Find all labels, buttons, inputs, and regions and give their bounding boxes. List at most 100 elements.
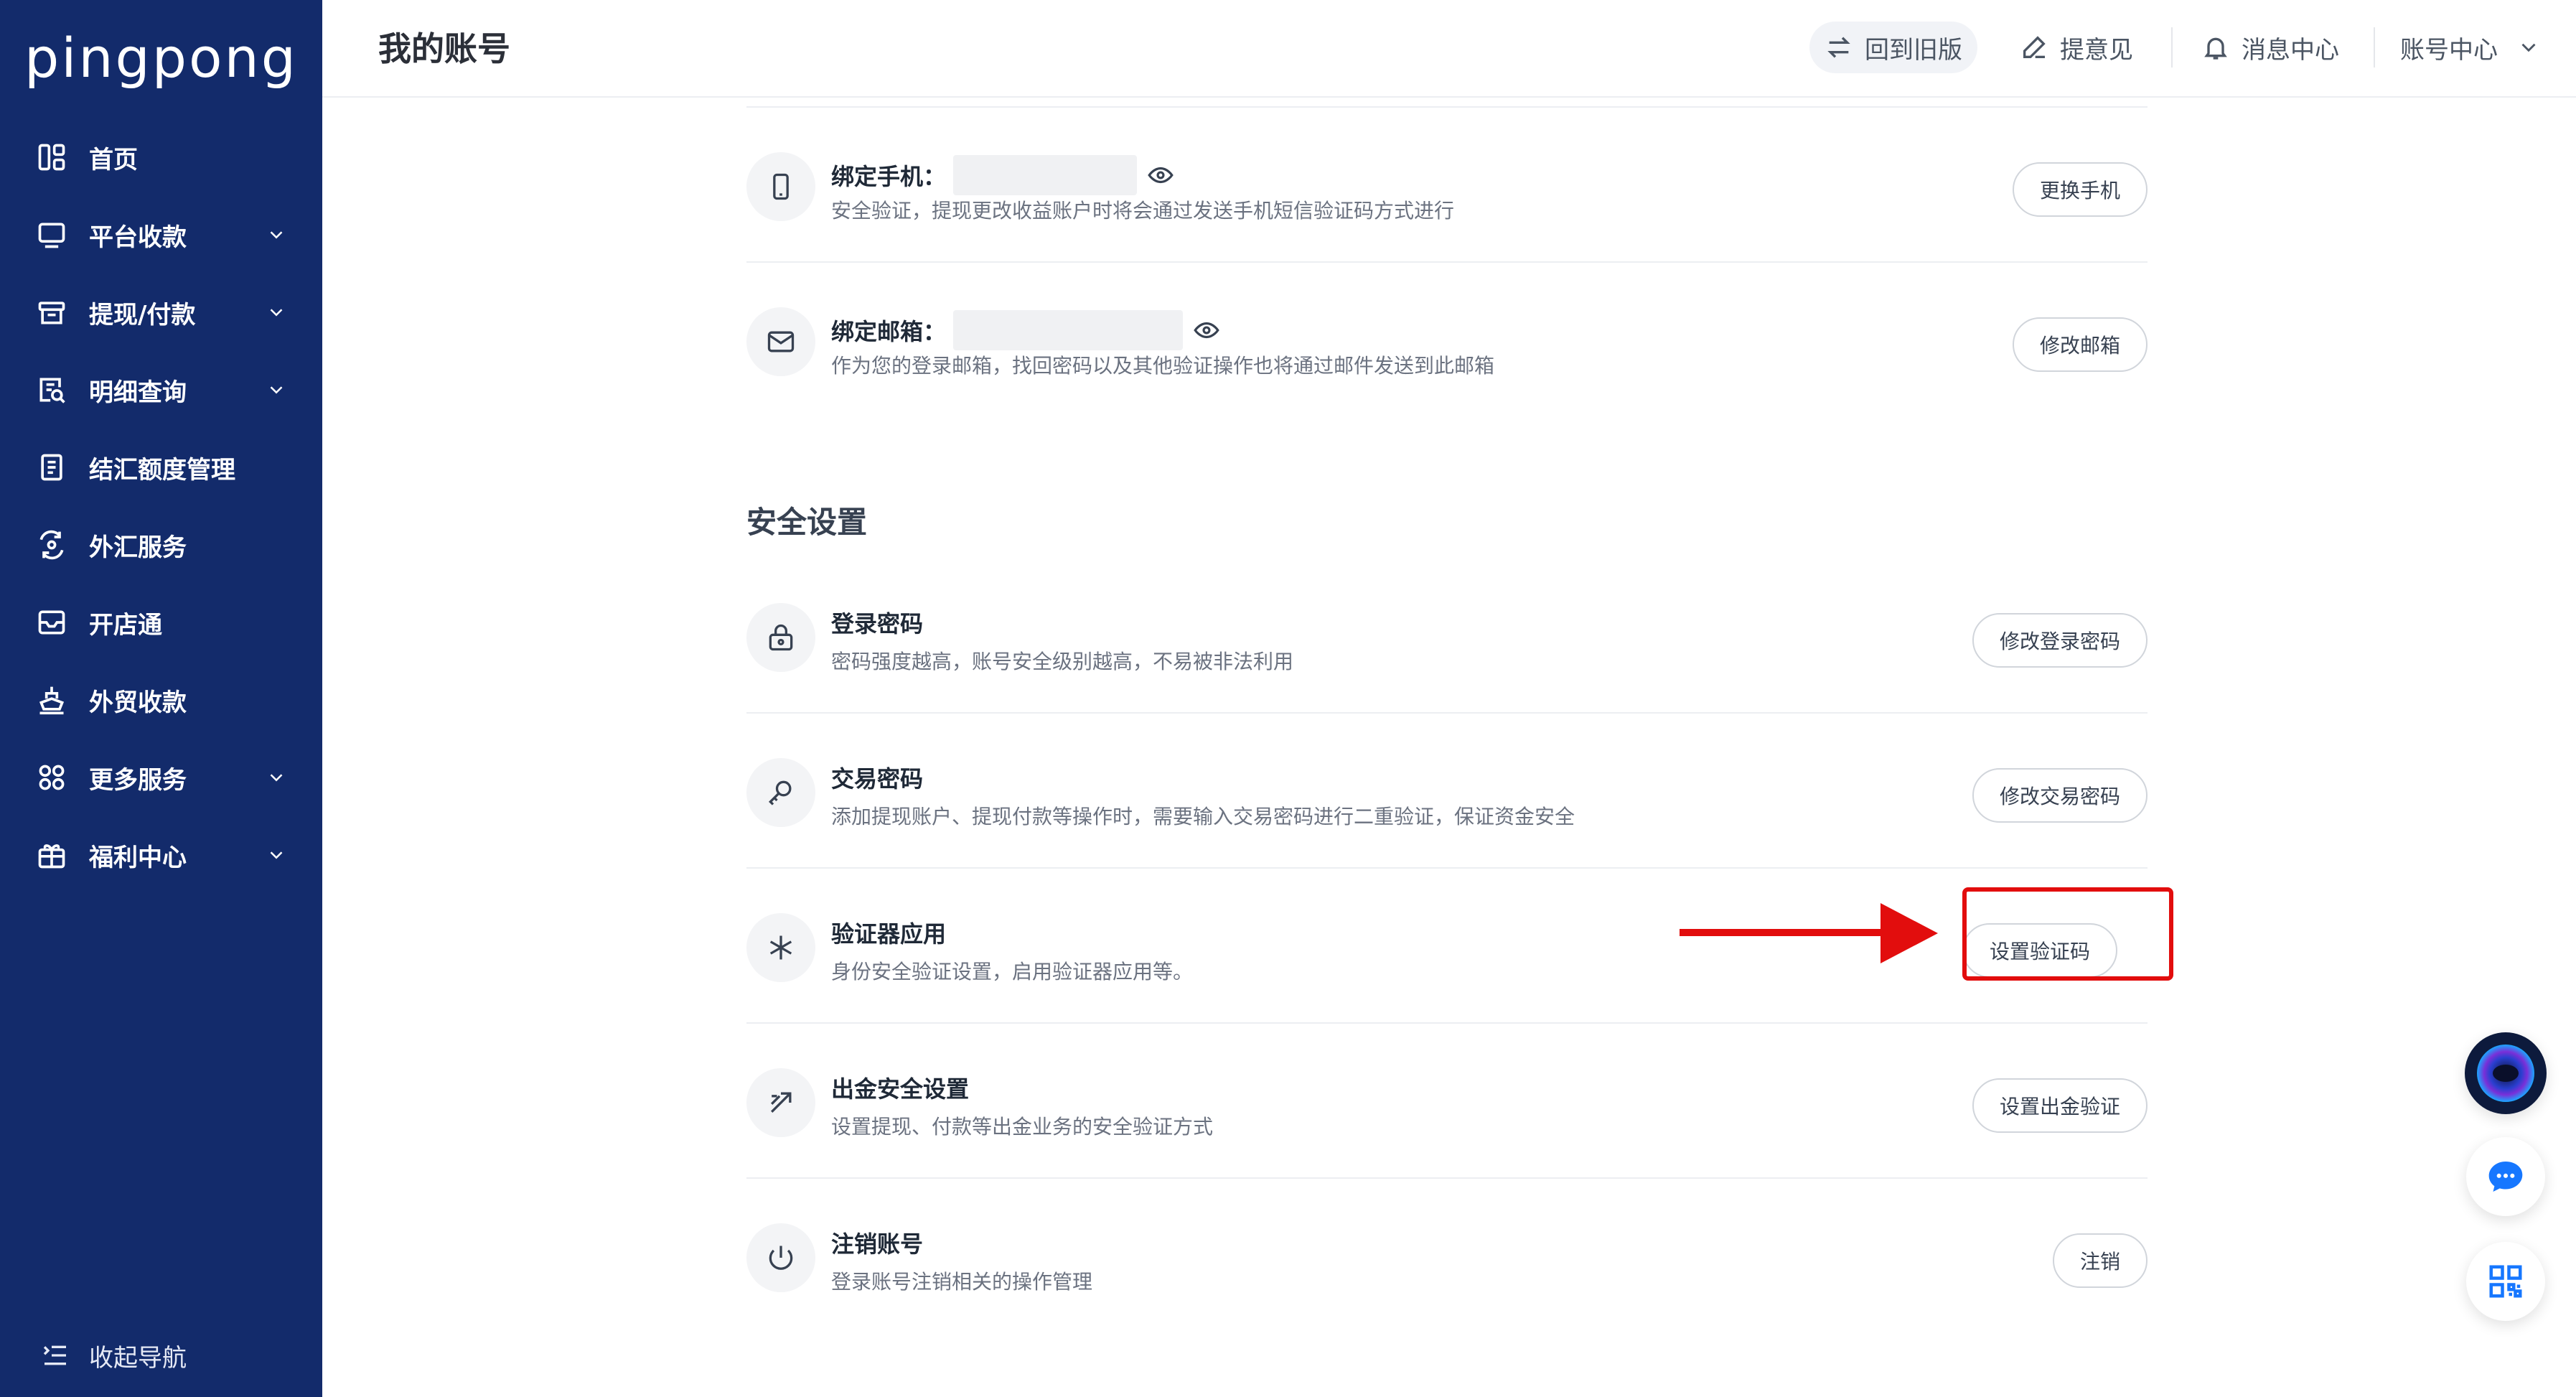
row-icon-container: [746, 758, 815, 827]
sidebar-item-label: 开店通: [89, 610, 162, 640]
phone-icon: [773, 173, 789, 200]
top-header: 我的账号 回到旧版 提意见 消息中心 账号中心: [322, 0, 2576, 98]
row-icon-container: [746, 913, 815, 982]
asterisk-icon: [769, 935, 792, 960]
power-icon: [769, 1246, 793, 1270]
collapse-menu-icon: [43, 1345, 66, 1365]
wallet-icon: [38, 302, 65, 324]
logo: pingpong: [24, 26, 298, 90]
sidebar: pingpong 首页 平台收款 提现/付款 明细查询 结汇额度管理 外汇服务 …: [0, 0, 322, 1397]
row-icon-container: [746, 307, 815, 376]
eye-icon[interactable]: [1147, 162, 1174, 189]
sidebar-item-label: 首页: [89, 145, 138, 174]
collapse-nav-button[interactable]: 收起导航: [0, 1325, 322, 1386]
change-login-password-button[interactable]: 修改登录密码: [1972, 613, 2148, 668]
account-center-dropdown[interactable]: 账号中心: [2400, 22, 2541, 73]
row-description: 设置提现、付款等出金业务的安全验证方式: [831, 1115, 1214, 1139]
sidebar-item-label: 平台收款: [89, 223, 187, 252]
bound-email-title: 绑定邮箱：: [831, 318, 947, 345]
withdrawal-security-row: 出金安全设置 设置提现、付款等出金业务的安全验证方式 设置出金验证: [746, 1024, 2148, 1179]
change-email-button[interactable]: 修改邮箱: [2012, 317, 2148, 372]
sidebar-item-label: 更多服务: [89, 765, 187, 795]
gift-icon: [38, 844, 65, 869]
sidebar-item-label: 明细查询: [89, 378, 187, 407]
eye-icon[interactable]: [1193, 317, 1220, 344]
exchange-icon: [39, 530, 64, 560]
highlight-box-annotation: [1962, 887, 2173, 981]
close-account-row: 注销账号 登录账号注销相关的操作管理 注销: [746, 1179, 2148, 1332]
sidebar-item-withdraw[interactable]: 提现/付款: [0, 280, 322, 345]
account-center-label: 账号中心: [2400, 35, 2498, 65]
sidebar-item-home[interactable]: 首页: [0, 125, 322, 190]
bound-phone-title: 绑定手机：: [831, 163, 947, 190]
row-icon-container: [746, 603, 815, 672]
key-icon: [768, 780, 792, 805]
ship-icon: [39, 686, 65, 715]
more-grid-icon: [39, 765, 65, 790]
feedback-label: 提意见: [2060, 35, 2133, 65]
authenticator-app-title: 验证器应用: [831, 920, 947, 948]
sidebar-item-details[interactable]: 明细查询: [0, 358, 322, 422]
row-description: 安全验证，提现更改收益账户时将会通过发送手机短信验证码方式进行: [831, 199, 1455, 223]
back-to-old-version-label: 回到旧版: [1865, 35, 1962, 65]
set-withdrawal-verification-button[interactable]: 设置出金验证: [1972, 1078, 2148, 1133]
edit-pencil-icon: [2023, 36, 2046, 58]
row-description: 添加提现账户、提现付款等操作时，需要输入交易密码进行二重验证，保证资金安全: [831, 805, 1575, 828]
row-title: 绑定邮箱：: [831, 310, 1220, 350]
ai-assistant-button[interactable]: [2465, 1032, 2547, 1114]
chevron-down-icon: [270, 851, 283, 859]
login-password-row: 登录密码 密码强度越高，账号安全级别越高，不易被非法利用 修改登录密码: [746, 559, 2148, 714]
chevron-down-icon: [270, 231, 283, 239]
sidebar-item-label: 外汇服务: [89, 533, 187, 562]
bound-email-row: 绑定邮箱： 作为您的登录邮箱，找回密码以及其他验证操作也将通过邮件发送到此邮箱 …: [746, 263, 2148, 416]
row-description: 作为您的登录邮箱，找回密码以及其他验证操作也将通过邮件发送到此邮箱: [831, 354, 1495, 378]
ledger-icon: [41, 454, 62, 481]
bound-phone-row: 绑定手机： 安全验证，提现更改收益账户时将会通过发送手机短信验证码方式进行 更换…: [746, 108, 2148, 263]
row-icon-container: [746, 1068, 815, 1137]
row-description: 登录账号注销相关的操作管理: [831, 1270, 1093, 1294]
qr-code-button[interactable]: [2466, 1242, 2545, 1321]
red-arrow-annotation: [1680, 903, 1938, 963]
switch-arrows-icon: [1827, 37, 1850, 58]
row-icon-container: [746, 152, 815, 221]
sidebar-item-label: 提现/付款: [89, 300, 196, 330]
message-center-button[interactable]: 消息中心: [2201, 22, 2339, 73]
detail-search-icon: [39, 378, 65, 403]
sidebar-item-trade-payments[interactable]: 外贸收款: [0, 668, 322, 732]
feedback-button[interactable]: 提意见: [2020, 22, 2133, 73]
close-account-title: 注销账号: [831, 1230, 924, 1258]
message-center-label: 消息中心: [2242, 35, 2339, 65]
masked-email-value: [953, 310, 1184, 350]
sidebar-item-shop[interactable]: 开店通: [0, 590, 322, 655]
chat-bubble-icon: [2488, 1162, 2523, 1192]
withdraw-arrows-icon: [770, 1092, 792, 1113]
mail-icon: [767, 331, 795, 352]
row-description: 身份安全验证设置，启用验证器应用等。: [831, 960, 1194, 983]
sidebar-item-label: 结汇额度管理: [89, 455, 235, 485]
bell-icon: [2204, 37, 2227, 60]
page-title: 我的账号: [378, 29, 510, 68]
chevron-down-icon: [2521, 43, 2536, 52]
sidebar-item-fx-service[interactable]: 外汇服务: [0, 513, 322, 577]
sidebar-item-fx-quota[interactable]: 结汇额度管理: [0, 435, 322, 500]
chevron-down-icon: [270, 774, 283, 782]
sidebar-item-platform-payments[interactable]: 平台收款: [0, 202, 322, 267]
close-account-button[interactable]: 注销: [2052, 1233, 2148, 1288]
row-icon-container: [746, 1223, 815, 1292]
login-password-title: 登录密码: [831, 610, 924, 637]
sidebar-item-benefits[interactable]: 福利中心: [0, 823, 322, 887]
chat-button[interactable]: [2466, 1137, 2545, 1216]
change-phone-button[interactable]: 更换手机: [2012, 162, 2148, 217]
header-divider: [2374, 27, 2375, 67]
monitor-icon: [38, 223, 65, 248]
transaction-password-row: 交易密码 添加提现账户、提现付款等操作时，需要输入交易密码进行二重验证，保证资金…: [746, 714, 2148, 869]
change-transaction-password-button[interactable]: 修改交易密码: [1972, 768, 2148, 823]
sidebar-item-more-services[interactable]: 更多服务: [0, 745, 322, 810]
security-section-title: 安全设置: [746, 505, 868, 540]
home-grid-icon: [38, 144, 65, 171]
lock-icon: [769, 624, 793, 651]
chevron-down-icon: [270, 386, 283, 394]
qr-code-icon: [2489, 1265, 2522, 1298]
header-divider: [2171, 27, 2173, 67]
back-to-old-version-button[interactable]: 回到旧版: [1809, 22, 1977, 73]
